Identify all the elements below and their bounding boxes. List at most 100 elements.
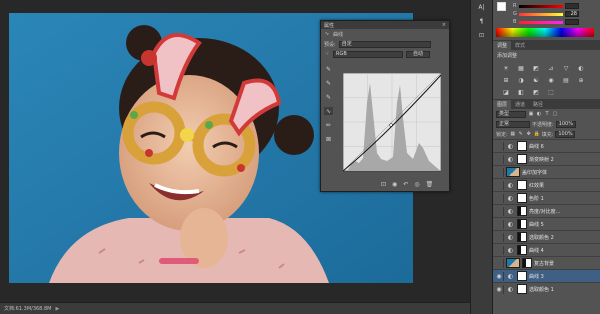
selective-color-icon[interactable]: ⬚ [546,88,556,96]
layer-mask-thumbnail[interactable] [517,180,527,190]
reset-icon[interactable]: ↶ [403,181,408,188]
curves-graph[interactable] [343,73,441,173]
threshold-icon[interactable]: ◧ [516,88,526,96]
exposure-icon[interactable]: ⊿ [546,64,556,72]
slider-value[interactable] [565,19,579,25]
color-spectrum-bar[interactable] [496,28,594,37]
layer-mask-thumbnail[interactable] [517,245,527,255]
filter-shape-icon[interactable]: ▢ [552,111,558,117]
gray-point-eyedropper-icon[interactable]: ✎ [324,79,333,87]
invert-icon[interactable]: ⊕ [576,76,586,84]
layer-row[interactable]: ◉ ◐ 选取颜色 1 [493,282,600,295]
clip-to-layer-icon[interactable]: ⊡ [381,181,386,188]
auto-button[interactable]: 自动 [406,50,430,58]
layer-row[interactable]: ◉◐ 曲线 6 [493,139,600,152]
tab-channels[interactable]: 通道 [511,100,530,109]
layer-mask-thumbnail[interactable] [517,154,527,164]
layer-row[interactable]: ◉◐ 亮度/对比度... [493,204,600,217]
slider-track[interactable] [519,4,563,8]
curves-icon[interactable]: ◩ [531,64,541,72]
slider-value[interactable] [565,3,579,9]
filter-type-icon[interactable]: T [544,111,550,117]
hue-saturation-icon[interactable]: ◐ [576,64,586,72]
photo-filter-icon[interactable]: ☯ [531,76,541,84]
layer-row[interactable]: ◉◐ 色阶 1 [493,191,600,204]
layer-row[interactable]: ◉◐ 曲线 5 [493,217,600,230]
layer-mask-thumbnail[interactable] [517,232,527,242]
posterize-icon[interactable]: ◪ [501,88,511,96]
color-balance-icon[interactable]: ⊞ [501,76,511,84]
tab-styles[interactable]: 样式 [511,41,530,50]
fill-input[interactable]: 100% [555,130,576,138]
edit-points-icon[interactable]: ∿ [324,107,333,115]
opacity-input[interactable]: 100% [555,120,576,128]
eye-icon[interactable]: ◉ [495,232,504,242]
eye-icon[interactable]: ◉ [495,219,504,229]
smooth-icon[interactable]: ⊠ [324,135,333,143]
layer-kind-select[interactable]: 类型 [496,110,526,118]
filter-image-icon[interactable]: ▣ [528,111,534,117]
tab-layers[interactable]: 图层 [493,100,512,109]
trash-icon[interactable]: 🗑 [426,181,434,188]
lock-paint-icon[interactable]: ✎ [518,131,524,137]
status-menu-arrow-icon[interactable]: ▶ [55,306,59,312]
layer-mask-thumbnail[interactable] [517,271,527,281]
tab-paths[interactable]: 路径 [529,100,548,109]
paragraph-panel-icon[interactable]: ¶ [475,16,489,26]
draw-pencil-icon[interactable]: ✏ [324,121,333,129]
eye-icon[interactable]: ◉ [495,193,504,203]
color-lookup-icon[interactable]: ▤ [561,76,571,84]
blend-mode-select[interactable]: 正常 [496,120,530,128]
lock-transparent-icon[interactable]: ▦ [510,131,516,137]
channel-mixer-icon[interactable]: ◉ [546,76,556,84]
tab-adjustments[interactable]: 调整 [493,41,512,50]
layer-row[interactable]: ◉◐ 红效果 [493,178,600,191]
lock-all-icon[interactable]: 🔒 [534,131,540,137]
layer-mask-thumbnail[interactable] [522,258,532,268]
preset-select[interactable]: 自定 [338,40,431,48]
transform-panel-icon[interactable]: ⊡ [475,30,489,40]
slider-track[interactable] [519,12,563,16]
character-panel-icon[interactable]: A| [475,2,489,12]
color-slider-r[interactable]: R [513,3,597,9]
layer-mask-thumbnail[interactable] [517,284,527,294]
layer-mask-thumbnail[interactable] [517,219,527,229]
channel-select[interactable]: RGB [333,50,403,58]
filter-adjust-icon[interactable]: ◐ [536,111,542,117]
brightness-icon[interactable]: ☀ [501,64,511,72]
layer-mask-thumbnail[interactable] [517,141,527,151]
foreground-color-swatch[interactable] [497,2,506,11]
color-slider-g[interactable]: G 28 [513,11,597,17]
eye-icon[interactable]: ◉ [495,167,504,177]
layer-mask-thumbnail[interactable] [517,206,527,216]
eye-icon[interactable]: ◉ [495,271,504,281]
layer-row[interactable]: ◉ 盖印加字体 [493,165,600,178]
view-previous-icon[interactable]: ◉ [392,181,397,188]
layer-row[interactable]: ◉ ◐ 曲线 3 [493,269,600,282]
layer-row[interactable]: ◉ 复古背景 [493,256,600,269]
lock-move-icon[interactable]: ✥ [526,131,532,137]
color-slider-b[interactable]: B [513,19,597,25]
layer-row[interactable]: ◉◐ 曲线 4 [493,243,600,256]
eye-icon[interactable]: ◉ [495,180,504,190]
white-point-eyedropper-icon[interactable]: ✎ [324,93,333,101]
black-point-eyedropper-icon[interactable]: ✎ [324,65,333,73]
slider-value[interactable]: 28 [565,11,579,17]
close-icon[interactable]: × [442,22,446,28]
hand-icon[interactable]: ☟ [324,51,330,57]
eye-icon[interactable]: ◉ [495,206,504,216]
gradient-map-icon[interactable]: ◩ [531,88,541,96]
eye-icon[interactable]: ◉ [495,284,504,294]
eye-icon[interactable]: ◉ [495,245,504,255]
layer-row[interactable]: ◉◐ 选取颜色 2 [493,230,600,243]
visibility-toggle-icon[interactable]: ◎ [414,181,419,188]
layer-mask-thumbnail[interactable] [517,193,527,203]
eye-icon[interactable]: ◉ [495,141,504,151]
eye-icon[interactable]: ◉ [495,154,504,164]
eye-icon[interactable]: ◉ [495,258,504,268]
levels-icon[interactable]: ▦ [516,64,526,72]
slider-track[interactable] [519,20,563,24]
vibrance-icon[interactable]: ▽ [561,64,571,72]
layer-row[interactable]: ◉◐ 渐变映射 2 [493,152,600,165]
black-white-icon[interactable]: ◑ [516,76,526,84]
